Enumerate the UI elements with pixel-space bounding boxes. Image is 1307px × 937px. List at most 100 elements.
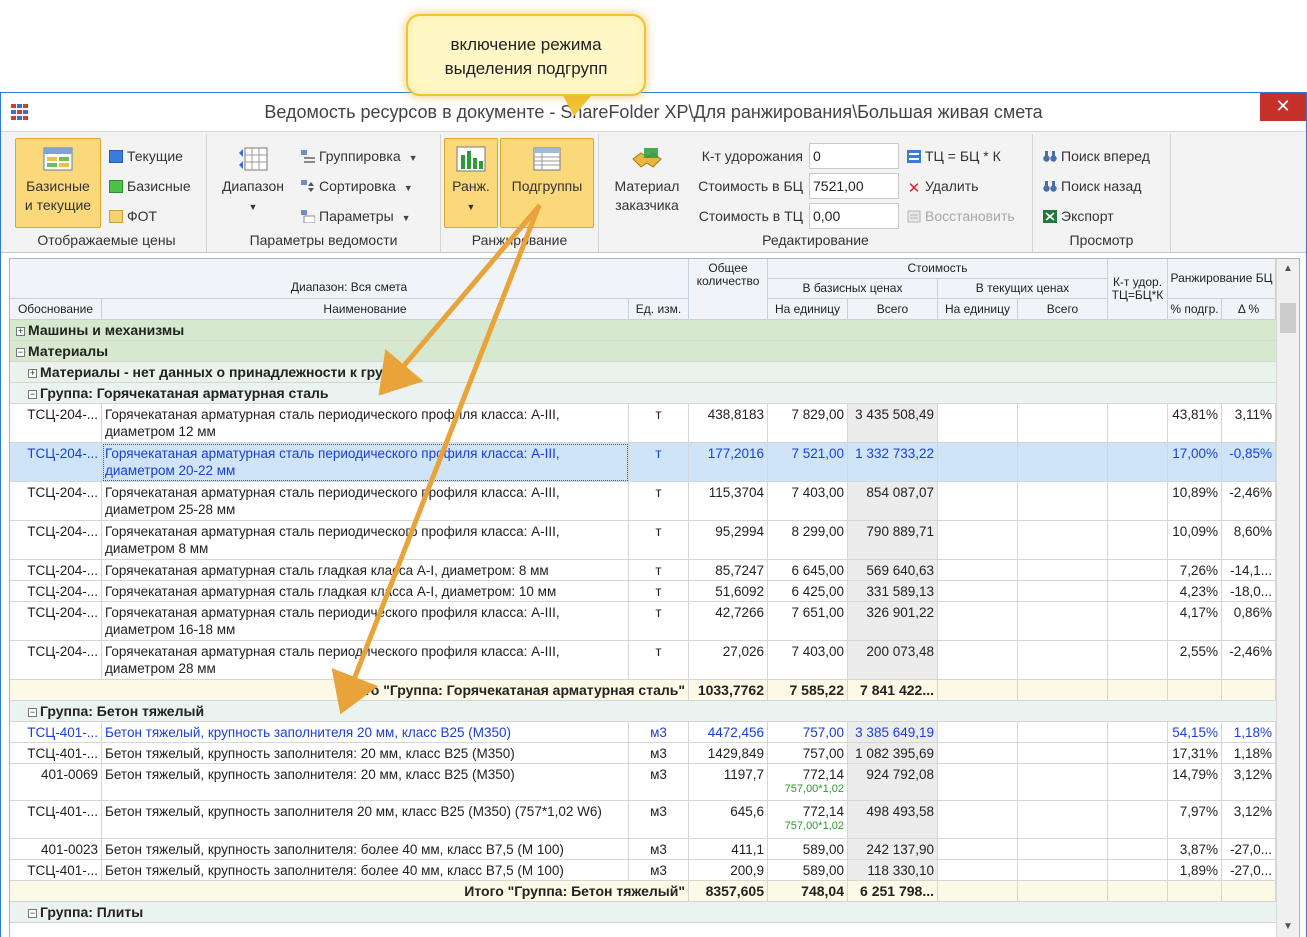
scroll-down-icon[interactable]: ▼ xyxy=(1279,918,1297,936)
col-basis-header[interactable]: Обоснование xyxy=(10,299,102,320)
delete-button[interactable]: ✕ Удалить xyxy=(907,176,979,196)
current-prices-button[interactable]: Текущие xyxy=(109,146,183,166)
basic-and-current-label-2: и текущие xyxy=(24,197,92,213)
cell-unit: м3 xyxy=(629,839,689,860)
parameters-button[interactable]: Параметры ▼ xyxy=(301,206,411,226)
find-next-button[interactable]: Поиск вперед xyxy=(1043,146,1150,166)
basic-prices-button[interactable]: Базисные xyxy=(109,176,191,196)
col-qty-header[interactable]: Общее количество xyxy=(689,259,768,320)
col-name-header[interactable]: Наименование xyxy=(102,299,629,320)
subgroups-button[interactable]: Подгруппы xyxy=(500,138,594,228)
fot-label: ФОТ xyxy=(127,208,158,224)
export-button[interactable]: Экспорт xyxy=(1043,206,1114,226)
collapse-icon[interactable]: − xyxy=(28,909,37,918)
scroll-thumb[interactable] xyxy=(1280,303,1296,333)
cell-basis-text: ТСЦ-204-... xyxy=(27,644,98,659)
k-label: К-т удорожания xyxy=(701,148,803,164)
cell-pu: 772,14 757,00*1,02 xyxy=(768,801,848,839)
vertical-scrollbar[interactable]: ▲ ▼ xyxy=(1276,259,1299,937)
steel-row[interactable]: ТСЦ-204-... Горячекатаная арматурная стал… xyxy=(10,581,1276,602)
col-pct-header[interactable]: % подгр. xyxy=(1168,299,1222,320)
concrete-row[interactable]: 401-0023 Бетон тяжелый, крупность заполни… xyxy=(10,839,1276,860)
cell-total: 242 137,90 xyxy=(848,839,938,860)
customer-material-button[interactable]: Материал заказчика xyxy=(605,138,689,228)
cell-kf xyxy=(1108,521,1168,560)
range-button[interactable]: Диапазон ▼ xyxy=(213,138,293,228)
expand-icon[interactable]: + xyxy=(16,327,25,336)
steel-row[interactable]: ТСЦ-204-... Горячекатаная арматурная стал… xyxy=(10,443,1276,482)
concrete-row[interactable]: ТСЦ-401-... Бетон тяжелый, крупность запо… xyxy=(10,801,1276,839)
concrete-row[interactable]: ТСЦ-401-... Бетон тяжелый, крупность запо… xyxy=(10,743,1276,764)
cost-bc-label: Стоимость в БЦ xyxy=(698,178,803,194)
cell-kf xyxy=(1108,482,1168,521)
steel-row[interactable]: ТСЦ-204-... Горячекатаная арматурная стал… xyxy=(10,641,1276,680)
steel-row[interactable]: ТСЦ-204-... Горячекатаная арматурная стал… xyxy=(10,602,1276,641)
tc-eq-button[interactable]: ТЦ = БЦ * К xyxy=(907,146,1001,166)
col-pu-cur-header[interactable]: На единицу xyxy=(938,299,1018,320)
col-delta-header[interactable]: Δ % xyxy=(1222,299,1276,320)
col-unit-header[interactable]: Ед. изм. xyxy=(629,299,689,320)
grouping-button[interactable]: Группировка ▼ xyxy=(301,146,418,166)
cell-unit-text: м3 xyxy=(650,746,667,761)
group-row-plates[interactable]: − Группа: Плиты xyxy=(10,902,1276,923)
cell-delta: -27,0... xyxy=(1222,839,1276,860)
find-prev-button[interactable]: Поиск назад xyxy=(1043,176,1141,196)
fot-button[interactable]: ФОТ xyxy=(109,206,157,226)
find-prev-label: Поиск назад xyxy=(1061,178,1142,194)
col-total-cur-header[interactable]: Всего xyxy=(1018,299,1108,320)
cell-pu-text: 7 651,00 xyxy=(791,605,844,620)
total-cell-totc xyxy=(1018,680,1108,701)
col-kf-header[interactable]: К-т удор. ТЦ=БЦ*К xyxy=(1108,259,1168,320)
title-bar[interactable]: Ведомость ресурсов в документе - ShareFo… xyxy=(1,93,1306,131)
cell-totc xyxy=(1018,764,1108,801)
k-input[interactable] xyxy=(809,143,899,169)
close-button[interactable]: ✕ xyxy=(1260,93,1306,121)
col-total-base-header[interactable]: Всего xyxy=(848,299,938,320)
cell-unit-text: м3 xyxy=(650,767,667,782)
cell-name-text: Бетон тяжелый, крупность заполнителя 20 … xyxy=(105,804,602,819)
cell-totc xyxy=(1018,801,1108,839)
cell-unit-text: м3 xyxy=(650,863,667,878)
ranking-button[interactable]: Ранж. ▼ xyxy=(444,138,498,228)
collapse-icon[interactable]: − xyxy=(28,390,37,399)
group-row-steel[interactable]: − Группа: Горячекатаная арматурная сталь xyxy=(10,383,1276,404)
group-row-materials[interactable]: − Материалы xyxy=(10,341,1276,362)
cell-delta: 3,11% xyxy=(1222,404,1276,443)
group-row-machines[interactable]: + Машины и механизмы xyxy=(10,320,1276,341)
group-row-no-group[interactable]: + Материалы - нет данных о принадлежности… xyxy=(10,362,1276,383)
cost-tc-input[interactable] xyxy=(809,203,899,229)
concrete-row[interactable]: ТСЦ-401-... Бетон тяжелый, крупность запо… xyxy=(10,722,1276,743)
group-row-concrete[interactable]: − Группа: Бетон тяжелый xyxy=(10,701,1276,722)
delete-label: Удалить xyxy=(925,178,979,194)
steel-row[interactable]: ТСЦ-204-... Горячекатаная арматурная стал… xyxy=(10,404,1276,443)
green-square-icon xyxy=(109,180,123,193)
collapse-icon[interactable]: − xyxy=(16,348,25,357)
collapse-icon[interactable]: − xyxy=(28,708,37,717)
cell-delta-text: -2,46% xyxy=(1229,644,1272,659)
cell-pu-text: 8 299,00 xyxy=(791,524,844,539)
steel-row[interactable]: ТСЦ-204-... Горячекатаная арматурная стал… xyxy=(10,521,1276,560)
cell-total: 790 889,71 xyxy=(848,521,938,560)
expand-icon[interactable]: + xyxy=(28,369,37,378)
steel-row[interactable]: ТСЦ-204-... Горячекатаная арматурная стал… xyxy=(10,482,1276,521)
restore-button[interactable]: Восстановить xyxy=(907,206,1015,226)
cell-pct: 10,09% xyxy=(1168,521,1222,560)
cell-pct-text: 4,23% xyxy=(1179,584,1218,599)
steel-total-row[interactable]: Итого "Группа: Горячекатаная арматурная … xyxy=(10,680,1276,701)
cell-basis-text: ТСЦ-401-... xyxy=(27,863,98,878)
sorting-button[interactable]: Сортировка ▼ xyxy=(301,176,413,196)
steel-row[interactable]: ТСЦ-204-... Горячекатаная арматурная стал… xyxy=(10,560,1276,581)
concrete-row[interactable]: 401-0069 Бетон тяжелый, крупность заполни… xyxy=(10,764,1276,801)
cell-unit-text: т xyxy=(655,563,662,578)
col-pu-base-header[interactable]: На единицу xyxy=(768,299,848,320)
ribbon-group-params: Диапазон ▼ Группировка ▼ Сортировка ▼ Парам… xyxy=(207,134,441,252)
cell-delta: -2,46% xyxy=(1222,641,1276,680)
cell-puc xyxy=(938,801,1018,839)
concrete-row[interactable]: ТСЦ-401-... Бетон тяжелый, крупность запо… xyxy=(10,860,1276,881)
basic-and-current-button[interactable]: Базисные и текущие xyxy=(15,138,101,228)
scroll-up-icon[interactable]: ▲ xyxy=(1279,260,1297,278)
total-cell-total: 6 251 798... xyxy=(848,881,938,902)
cost-bc-input[interactable] xyxy=(809,173,899,199)
concrete-total-row[interactable]: Итого "Группа: Бетон тяжелый" 8357,605 748… xyxy=(10,881,1276,902)
cell-qty: 115,3704 xyxy=(689,482,768,521)
